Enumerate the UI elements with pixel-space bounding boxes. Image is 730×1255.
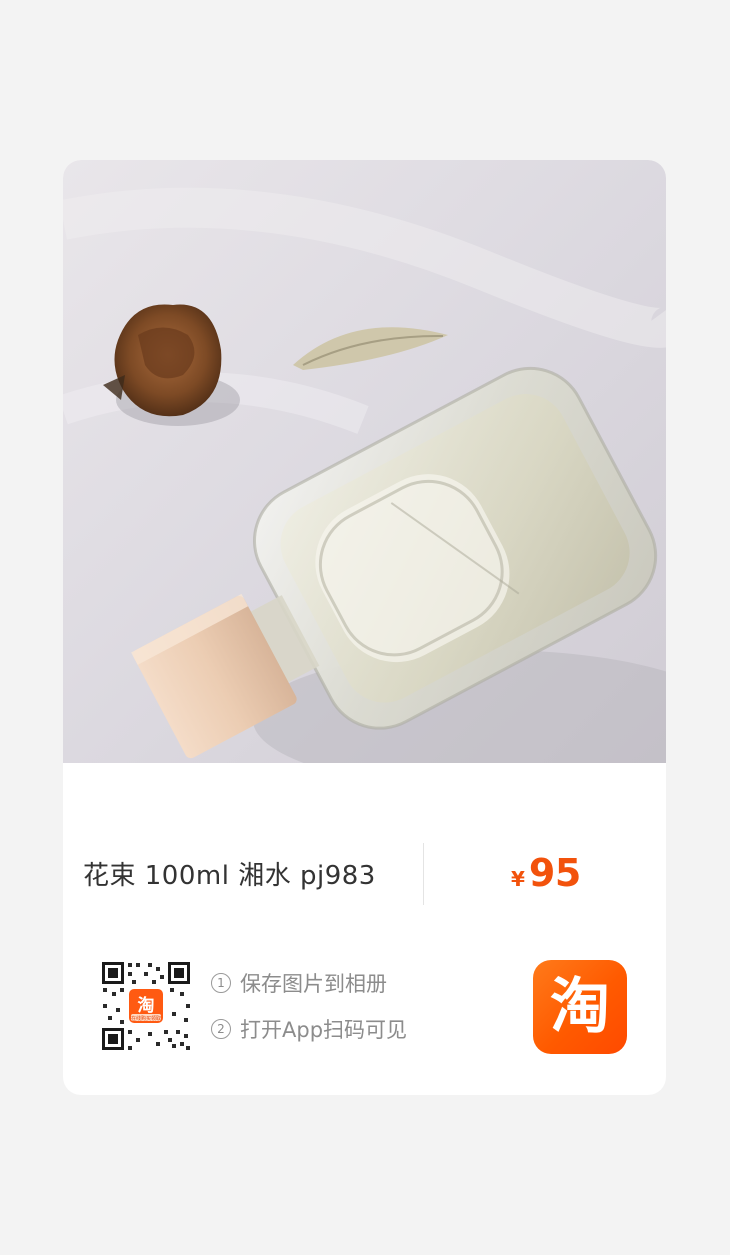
taobao-logo-icon[interactable]: 淘	[533, 960, 627, 1054]
product-price: ¥95	[511, 851, 581, 895]
step-number-icon: 1	[211, 973, 231, 993]
instruction-step-2: 2 打开App扫码可见	[211, 1014, 407, 1044]
share-card: 花束 100ml 湘水 pj983 ¥95 淘 在线购买领取 1 保存图片到相册…	[63, 160, 666, 1095]
qr-center-caption: 在线购买领取	[131, 1015, 161, 1022]
step-number-icon: 2	[211, 1019, 231, 1039]
product-image[interactable]	[63, 160, 666, 763]
product-info-row: 花束 100ml 湘水 pj983 ¥95	[63, 763, 666, 933]
divider	[423, 843, 424, 905]
scan-instructions: 1 保存图片到相册 2 打开App扫码可见	[211, 968, 407, 1060]
qr-center-logo: 淘	[138, 995, 155, 1016]
instruction-text: 保存图片到相册	[240, 972, 387, 996]
qr-code[interactable]: 淘 在线购买领取	[100, 960, 192, 1052]
instruction-step-1: 1 保存图片到相册	[211, 968, 407, 998]
currency-symbol: ¥	[511, 867, 525, 891]
product-title[interactable]: 花束 100ml 湘水 pj983	[83, 855, 376, 892]
instruction-text: 打开App扫码可见	[240, 1018, 408, 1042]
price-amount: 95	[528, 851, 581, 895]
